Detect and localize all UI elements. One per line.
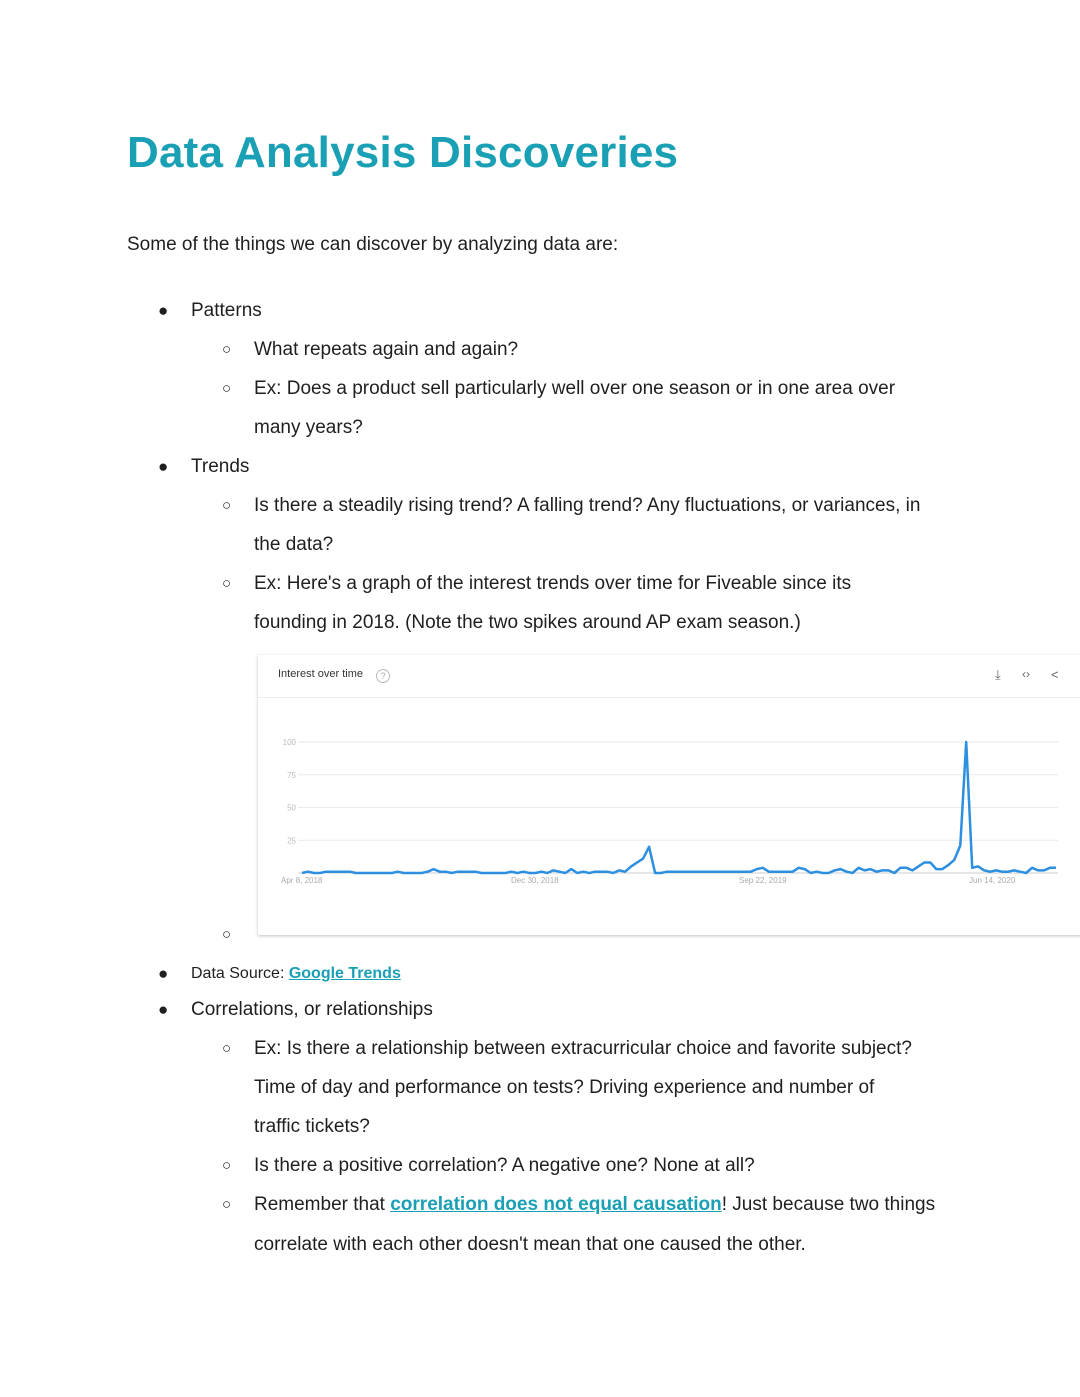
y-tick-label: 25 — [287, 836, 296, 845]
google-trends-link[interactable]: Google Trends — [289, 965, 401, 982]
bullet: ● — [158, 301, 169, 320]
bullet: ● — [158, 1000, 169, 1019]
list-item-cont: founding in 2018. (Note the two spikes a… — [254, 612, 801, 633]
x-tick-label: Jun 14, 2020 — [969, 876, 1016, 885]
sub-bullet: ○ — [222, 1040, 232, 1057]
list-item-cont: correlate with each other doesn't mean t… — [254, 1234, 806, 1255]
list-item-cont: the data? — [254, 534, 334, 555]
sub-bullet: ○ — [222, 1196, 232, 1213]
correlation-causation-link[interactable]: correlation does not equal causation — [390, 1194, 722, 1215]
list-item-patterns: ● Patterns — [0, 291, 1080, 330]
list-item-chart: ○ — [0, 915, 1080, 954]
list-item: ○ Ex: Here's a graph of the interest tren… — [0, 564, 1080, 603]
chart-plot: 25 50 75 100 Apr 8, 2018 Dec 30, 2018 Sep 22, … — [281, 738, 1058, 885]
list-item: ○ Is there a positive correlation? A nega… — [0, 1146, 1080, 1185]
list-item-cont: traffic tickets? — [254, 1116, 370, 1137]
x-tick-label: Dec 30, 2018 — [511, 876, 559, 885]
page-title: Data Analysis Discoveries — [127, 128, 679, 177]
sub-bullet: ○ — [222, 1157, 232, 1174]
list-item: ○ What repeats again and again? — [0, 330, 1080, 369]
y-tick-label: 50 — [287, 804, 296, 813]
sub-bullet: ○ — [222, 380, 232, 397]
list-item: ○ Remember that correlation does not equa… — [0, 1185, 1080, 1224]
sub-bullet: ○ — [222, 341, 232, 358]
list-item-trends: ● Trends — [0, 447, 1080, 486]
y-tick-label: 75 — [287, 771, 296, 780]
x-tick-label: Apr 8, 2018 — [281, 876, 323, 885]
bullet: ● — [158, 457, 169, 476]
bullet: ● — [158, 964, 169, 983]
list-item-cont: many years? — [254, 417, 363, 438]
y-tick-label: 100 — [283, 738, 297, 747]
x-tick-label: Sep 22, 2019 — [739, 876, 787, 885]
list-item-cont: Time of day and performance on tests? Dr… — [254, 1077, 875, 1098]
intro-text: Some of the things we can discover by an… — [127, 234, 619, 255]
list-item-source: ● Data Source: Google Trends — [0, 954, 1080, 993]
interest-over-time-chart: Interest over time ? ⤓ ‹› < 25 50 75 100 Apr… — [258, 655, 1080, 935]
list-item: ○ Ex: Is there a relationship between ext… — [0, 1029, 1080, 1068]
list-item-correlations: ● Correlations, or relationships — [0, 990, 1080, 1029]
list-item: ○ Is there a steadily rising trend? A fal… — [0, 486, 1080, 525]
sub-bullet: ○ — [222, 575, 232, 592]
list-item: ○ Ex: Does a product sell particularly we… — [0, 369, 1080, 408]
sub-bullet: ○ — [222, 497, 232, 514]
sub-bullet: ○ — [222, 926, 232, 943]
